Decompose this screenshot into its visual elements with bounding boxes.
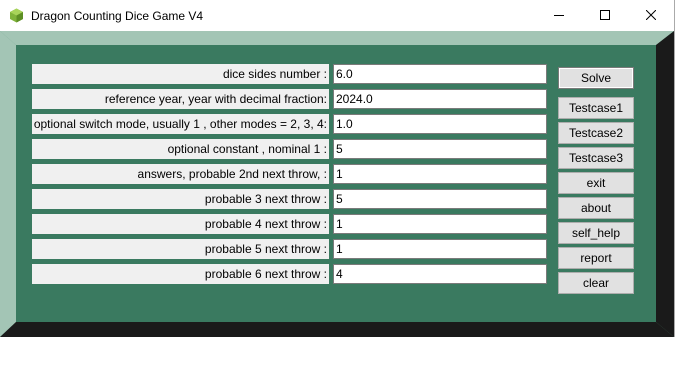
maximize-icon [600,9,610,23]
probable-2nd-input[interactable] [333,164,547,184]
probable-4-input[interactable] [333,214,547,234]
probable-2nd-label: answers, probable 2nd next throw, : [32,164,329,184]
testcase1-button[interactable]: Testcase1 [558,97,634,119]
about-button[interactable]: about [558,197,634,219]
switch-mode-label: optional switch mode, usually 1 , other … [32,114,329,134]
maximize-button[interactable] [582,0,628,31]
probable-4-label: probable 4 next throw : [32,214,329,234]
exit-button[interactable]: exit [558,172,634,194]
optional-constant-input[interactable] [333,139,547,159]
optional-constant-label: optional constant , nominal 1 : [32,139,329,159]
app-window: Dragon Counting Dice Game V4 dice sides … [0,0,675,337]
testcase2-button[interactable]: Testcase2 [558,122,634,144]
solve-button[interactable]: Solve [558,67,634,89]
probable-5-input[interactable] [333,239,547,259]
probable-6-input[interactable] [333,264,547,284]
window-title: Dragon Counting Dice Game V4 [31,9,204,23]
minimize-icon [554,9,564,23]
close-button[interactable] [628,0,674,31]
reference-year-input[interactable] [333,89,547,109]
self-help-button[interactable]: self_help [558,222,634,244]
minimize-button[interactable] [536,0,582,31]
switch-mode-input[interactable] [333,114,547,134]
dice-sides-label: dice sides number : [32,64,329,84]
title-bar[interactable]: Dragon Counting Dice Game V4 [0,0,674,31]
probable-5-label: probable 5 next throw : [32,239,329,259]
clear-button[interactable]: clear [558,272,634,294]
report-button[interactable]: report [558,247,634,269]
probable-3-label: probable 3 next throw : [32,189,329,209]
probable-6-label: probable 6 next throw : [32,264,329,284]
testcase3-button[interactable]: Testcase3 [558,147,634,169]
close-icon [645,9,657,23]
probable-3-input[interactable] [333,189,547,209]
reference-year-label: reference year, year with decimal fracti… [32,89,329,109]
app-icon [9,8,24,23]
dice-sides-input[interactable] [333,64,547,84]
